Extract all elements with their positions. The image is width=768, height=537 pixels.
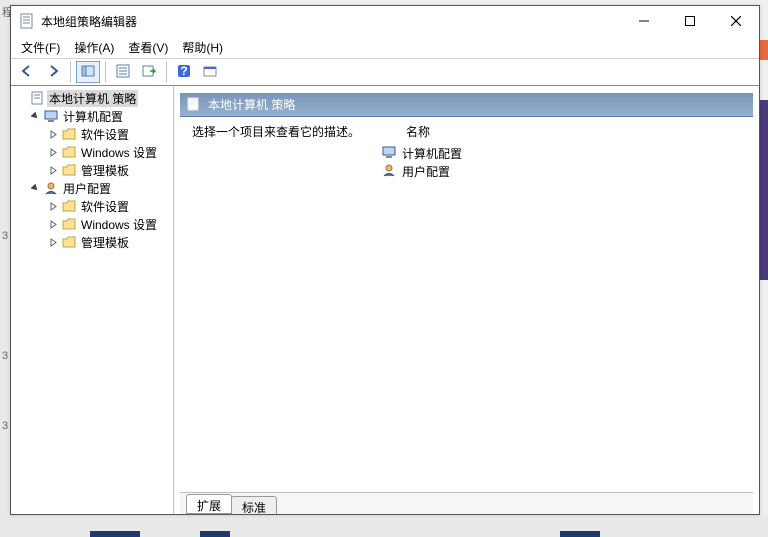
expand-icon[interactable] bbox=[47, 218, 59, 230]
panel-icon bbox=[81, 64, 95, 81]
tree-item-label: 本地计算机 策略 bbox=[47, 90, 138, 107]
collapse-icon[interactable] bbox=[29, 110, 41, 122]
tab-extended[interactable]: 扩展 bbox=[186, 494, 232, 514]
expand-icon[interactable] bbox=[47, 146, 59, 158]
arrow-left-icon bbox=[20, 64, 34, 81]
export-button[interactable] bbox=[137, 61, 161, 83]
tree-software-settings[interactable]: 软件设置 bbox=[11, 197, 173, 215]
svg-text:?: ? bbox=[180, 64, 187, 78]
list-item-user-config[interactable]: 用户配置 bbox=[382, 162, 741, 180]
document-icon bbox=[29, 90, 45, 106]
forward-button[interactable] bbox=[41, 61, 65, 83]
folder-icon bbox=[61, 234, 77, 250]
minimize-button[interactable] bbox=[621, 6, 667, 36]
tree-item-label: 用户配置 bbox=[61, 180, 113, 197]
bg-text: 程 bbox=[2, 4, 8, 20]
tree-pane: 本地计算机 策略 计算机配置 软件设置 Windows 设置 管理模板 bbox=[11, 87, 174, 514]
window-icon bbox=[203, 64, 217, 81]
bg-text: 3 bbox=[2, 420, 8, 432]
description-text: 选择一个项目来查看它的描述。 bbox=[192, 123, 360, 140]
tree-item-label: 管理模板 bbox=[79, 234, 131, 251]
expand-icon[interactable] bbox=[47, 164, 59, 176]
folder-icon bbox=[61, 126, 77, 142]
app-icon bbox=[19, 13, 35, 29]
properties-icon bbox=[116, 64, 130, 81]
tab-standard[interactable]: 标准 bbox=[231, 496, 277, 514]
bg-text: 3 bbox=[2, 230, 8, 242]
details-pane: 本地计算机 策略 选择一个项目来查看它的描述。 名称 计算机配置 用户配置 bbox=[174, 87, 759, 514]
tree-item-label: Windows 设置 bbox=[79, 216, 159, 233]
tab-strip: 扩展 标准 bbox=[180, 492, 753, 514]
menu-file[interactable]: 文件(F) bbox=[21, 39, 60, 56]
export-icon bbox=[142, 64, 156, 81]
tree-computer-config[interactable]: 计算机配置 bbox=[11, 107, 173, 125]
content-area: 本地计算机 策略 计算机配置 软件设置 Windows 设置 管理模板 bbox=[11, 86, 759, 514]
computer-icon bbox=[382, 145, 398, 161]
window-title: 本地组策略编辑器 bbox=[41, 13, 137, 30]
help-button[interactable]: ? bbox=[172, 61, 196, 83]
tree-admin-templates[interactable]: 管理模板 bbox=[11, 161, 173, 179]
bg-text: 3 bbox=[2, 350, 8, 362]
folder-icon bbox=[61, 198, 77, 214]
details-header: 本地计算机 策略 bbox=[180, 93, 753, 117]
tree-item-label: Windows 设置 bbox=[79, 144, 159, 161]
list-item-label: 计算机配置 bbox=[402, 145, 462, 162]
toolbar: ? bbox=[11, 58, 759, 86]
tree-item-label: 软件设置 bbox=[79, 126, 131, 143]
expand-icon[interactable] bbox=[47, 200, 59, 212]
title-bar: 本地组策略编辑器 bbox=[11, 6, 759, 36]
tree-item-label: 管理模板 bbox=[79, 162, 131, 179]
tree-admin-templates[interactable]: 管理模板 bbox=[11, 233, 173, 251]
folder-icon bbox=[61, 162, 77, 178]
list-item-computer-config[interactable]: 计算机配置 bbox=[382, 144, 741, 162]
computer-icon bbox=[43, 108, 59, 124]
tree-windows-settings[interactable]: Windows 设置 bbox=[11, 215, 173, 233]
list-item-label: 用户配置 bbox=[402, 163, 450, 180]
arrow-right-icon bbox=[46, 64, 60, 81]
tree-software-settings[interactable]: 软件设置 bbox=[11, 125, 173, 143]
close-button[interactable] bbox=[713, 6, 759, 36]
back-button[interactable] bbox=[15, 61, 39, 83]
folder-icon bbox=[61, 216, 77, 232]
collapse-icon[interactable] bbox=[29, 182, 41, 194]
maximize-button[interactable] bbox=[667, 6, 713, 36]
menu-bar: 文件(F) 操作(A) 查看(V) 帮助(H) bbox=[11, 36, 759, 58]
toolbar-separator bbox=[166, 62, 167, 82]
tree-item-label: 软件设置 bbox=[79, 198, 131, 215]
filter-button[interactable] bbox=[198, 61, 222, 83]
column-header-name[interactable]: 名称 bbox=[406, 123, 430, 140]
app-window: 本地组策略编辑器 文件(F) 操作(A) 查看(V) 帮助(H) ? bbox=[10, 5, 760, 515]
tree-user-config[interactable]: 用户配置 bbox=[11, 179, 173, 197]
toolbar-separator bbox=[70, 62, 71, 82]
toolbar-separator bbox=[105, 62, 106, 82]
expand-icon[interactable] bbox=[47, 128, 59, 140]
tree-item-label: 计算机配置 bbox=[61, 108, 125, 125]
details-header-title: 本地计算机 策略 bbox=[208, 96, 295, 113]
user-icon bbox=[43, 180, 59, 196]
folder-icon bbox=[61, 144, 77, 160]
properties-button[interactable] bbox=[111, 61, 135, 83]
menu-view[interactable]: 查看(V) bbox=[128, 39, 168, 56]
tree-windows-settings[interactable]: Windows 设置 bbox=[11, 143, 173, 161]
up-one-level-button[interactable] bbox=[76, 61, 100, 83]
menu-help[interactable]: 帮助(H) bbox=[182, 39, 223, 56]
document-icon bbox=[186, 97, 202, 113]
expand-icon[interactable] bbox=[47, 236, 59, 248]
tree-root[interactable]: 本地计算机 策略 bbox=[11, 89, 173, 107]
help-icon: ? bbox=[177, 64, 191, 81]
menu-action[interactable]: 操作(A) bbox=[74, 39, 114, 56]
user-icon bbox=[382, 163, 398, 179]
